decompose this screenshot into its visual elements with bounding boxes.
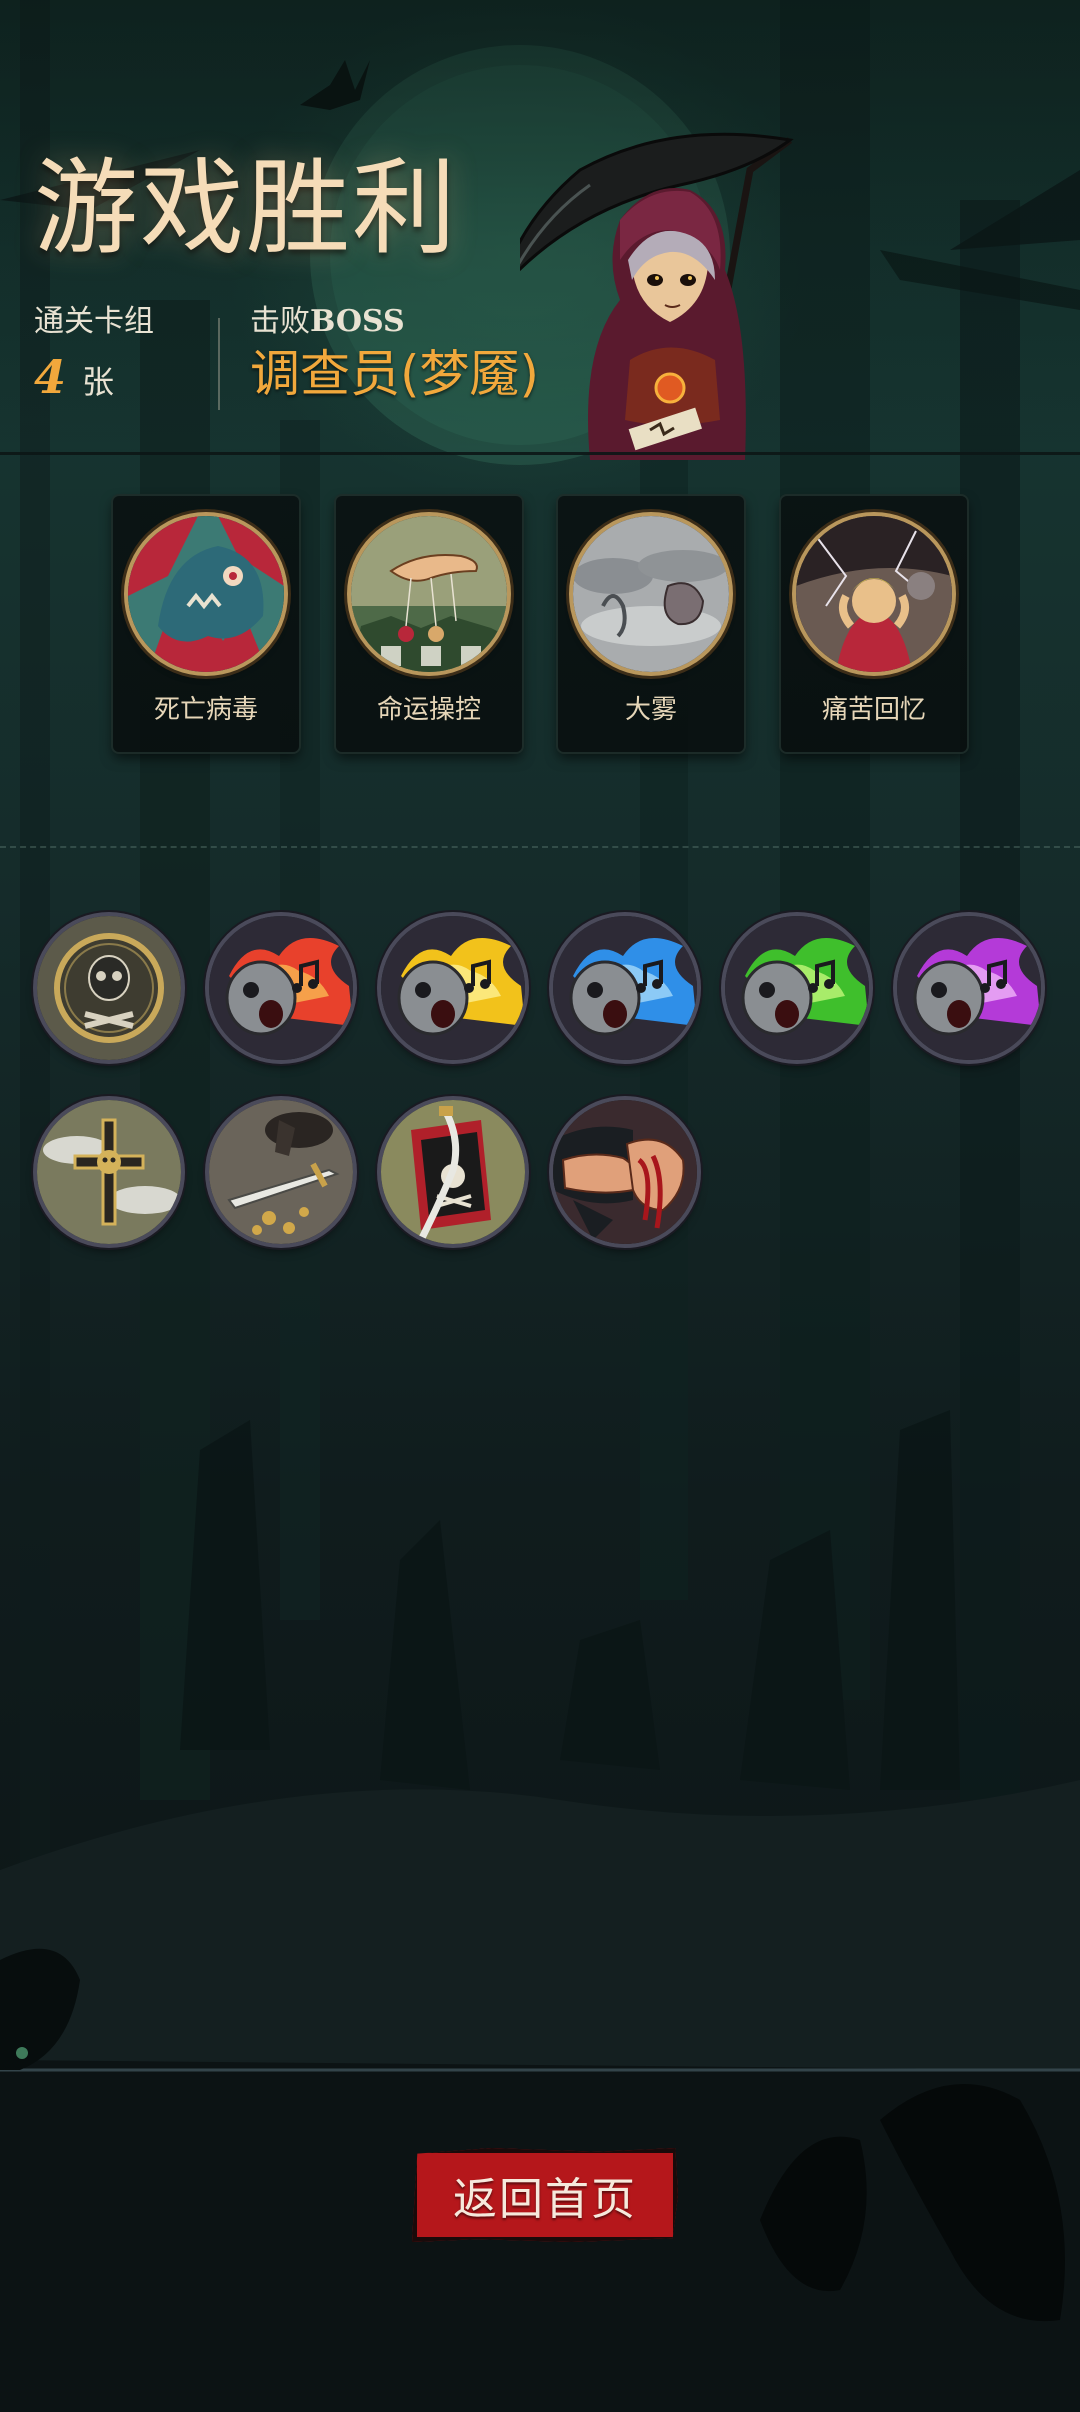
card-name: 死亡病毒	[153, 695, 258, 725]
singing-skull-blue-flame-icon[interactable]	[553, 916, 697, 1060]
tormented-figure-icon	[796, 516, 952, 672]
boss-label: 击败BOSS	[250, 304, 405, 340]
singing-skull-green-flame-icon[interactable]	[725, 916, 869, 1060]
singing-skull-yellow-flame-icon[interactable]	[381, 916, 525, 1060]
card-item[interactable]: 痛苦回忆	[781, 496, 967, 752]
skull-cross-icon[interactable]	[37, 1100, 181, 1244]
puppet-hand-icon	[351, 516, 507, 672]
dagger-coins-icon[interactable]	[209, 1100, 353, 1244]
header-divider	[0, 452, 1080, 455]
bloody-fist-icon[interactable]	[553, 1100, 697, 1244]
skull-crossbones-coin-icon[interactable]	[37, 916, 181, 1060]
card-name: 大雾	[624, 695, 677, 725]
boss-name: 调查员(梦魇)	[250, 345, 540, 403]
section-divider	[0, 846, 1080, 848]
deck-count-unit: 张	[82, 363, 115, 401]
deck-label: 通关卡组	[34, 304, 154, 339]
card-item[interactable]: 大雾	[558, 496, 744, 752]
card-name: 命运操控	[376, 695, 481, 725]
deck-count: 4	[34, 350, 67, 404]
stats-divider	[218, 318, 220, 410]
singing-skull-red-flame-icon[interactable]	[209, 916, 353, 1060]
victory-title: 游戏胜利	[34, 147, 459, 269]
pirate-flag-sword-icon[interactable]	[381, 1100, 525, 1244]
reaper-character-illustration	[520, 132, 794, 460]
return-home-button[interactable]: 返回首页	[412, 2148, 678, 2242]
virus-creature-icon	[128, 516, 284, 672]
boss-label-bold: BOSS	[310, 304, 405, 339]
fog-creature-icon	[573, 516, 729, 672]
singing-skull-purple-flame-icon[interactable]	[897, 916, 1041, 1060]
boss-label-prefix: 击败	[250, 304, 310, 339]
card-name: 痛苦回忆	[821, 695, 926, 725]
return-home-label: 返回首页	[453, 2174, 637, 2225]
victory-screen: 游戏胜利 通关卡组 4 张 击败BOSS 调查员(梦魇) 死亡病毒 命运操控 大…	[0, 0, 1080, 2412]
card-item[interactable]: 命运操控	[336, 496, 522, 752]
card-item[interactable]: 死亡病毒	[113, 496, 299, 752]
